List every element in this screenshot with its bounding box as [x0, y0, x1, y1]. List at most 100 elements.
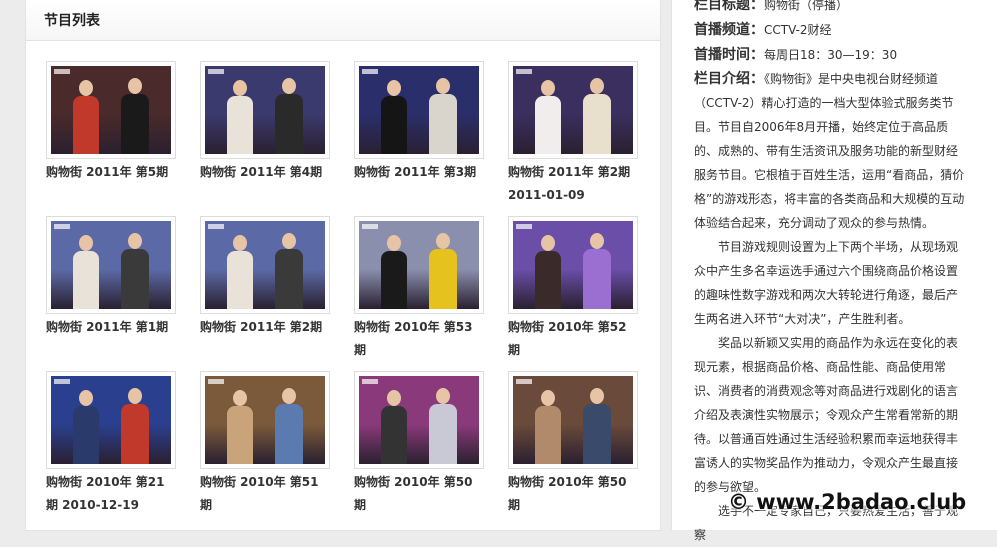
channel-logo [362, 379, 378, 384]
program-card[interactable]: 购物街 2010年 第21期 2010-12-19 [46, 371, 178, 517]
person-figure [227, 96, 253, 154]
program-thumbnail-image [205, 376, 325, 464]
person-head [79, 390, 93, 406]
person-head [436, 388, 450, 404]
program-thumbnail-image [205, 66, 325, 154]
program-caption[interactable]: 购物街 2010年 第51期 [200, 471, 330, 517]
program-thumbnail[interactable] [200, 216, 330, 314]
program-card[interactable]: 购物街 2011年 第3期 [354, 61, 486, 184]
program-list-title: 节目列表 [44, 13, 100, 29]
time-label: 首播时间： [694, 47, 764, 63]
program-caption[interactable]: 购物街 2011年 第1期 [46, 316, 176, 339]
time-row: 首播时间：每周日18：30—19：30 [694, 44, 969, 64]
program-thumbnail[interactable] [508, 61, 638, 159]
program-card[interactable]: 购物街 2011年 第2期 2011-01-09 [508, 61, 640, 207]
person-head [233, 390, 247, 406]
person-head [541, 80, 555, 96]
program-thumbnail-image [205, 221, 325, 309]
program-thumbnail-image [513, 221, 633, 309]
channel-logo [208, 379, 224, 384]
channel-logo [208, 69, 224, 74]
channel-logo [54, 69, 70, 74]
program-thumbnail[interactable] [46, 216, 176, 314]
person-figure [73, 96, 99, 154]
channel-value: CCTV-2财经 [764, 23, 832, 37]
program-card[interactable]: 购物街 2010年 第51期 [200, 371, 332, 517]
program-thumbnail-image [51, 376, 171, 464]
program-thumbnail[interactable] [508, 216, 638, 314]
person-figure [381, 251, 407, 309]
program-caption[interactable]: 购物街 2011年 第4期 [200, 161, 330, 184]
time-value: 每周日18：30—19：30 [764, 48, 898, 62]
person-head [233, 235, 247, 251]
person-head [436, 78, 450, 94]
person-figure [121, 94, 149, 154]
person-head [387, 390, 401, 406]
person-figure [429, 249, 457, 309]
program-caption[interactable]: 购物街 2010年 第53期 [354, 316, 484, 362]
person-head [128, 78, 142, 94]
person-figure [429, 404, 457, 464]
program-thumbnail-image [359, 376, 479, 464]
program-card[interactable]: 购物街 2011年 第1期 [46, 216, 178, 339]
channel-logo [208, 224, 224, 229]
person-head [387, 235, 401, 251]
program-description: 栏目介绍：《购物街》是中央电视台财经频道（CCTV-2）精心打造的一档大型体验式… [694, 67, 967, 547]
program-card[interactable]: 购物街 2011年 第2期 [200, 216, 332, 339]
program-caption[interactable]: 购物街 2010年 第50期 [354, 471, 484, 517]
person-head [541, 390, 555, 406]
program-thumbnail[interactable] [200, 371, 330, 469]
program-caption[interactable]: 购物街 2010年 第21期 2010-12-19 [46, 471, 176, 517]
person-head [541, 235, 555, 251]
column-title-value: 购物街（停播） [764, 0, 849, 12]
person-figure [275, 249, 303, 309]
person-head [436, 233, 450, 249]
channel-logo [516, 379, 532, 384]
person-head [590, 388, 604, 404]
program-card[interactable]: 购物街 2010年 第50期 [354, 371, 486, 517]
program-caption[interactable]: 购物街 2011年 第3期 [354, 161, 484, 184]
person-head [128, 388, 142, 404]
program-caption[interactable]: 购物街 2011年 第2期 2011-01-09 [508, 161, 638, 207]
person-head [79, 235, 93, 251]
program-card[interactable]: 购物街 2011年 第4期 [200, 61, 332, 184]
program-card[interactable]: 购物街 2010年 第53期 [354, 216, 486, 362]
person-figure [121, 404, 149, 464]
channel-row: 首播频道：CCTV-2财经 [694, 19, 969, 39]
program-caption[interactable]: 购物街 2011年 第5期 [46, 161, 176, 184]
program-thumbnail-image [51, 66, 171, 154]
person-figure [275, 94, 303, 154]
program-thumbnail[interactable] [354, 371, 484, 469]
person-figure [535, 251, 561, 309]
program-thumbnail[interactable] [508, 371, 638, 469]
program-card[interactable]: 购物街 2011年 第5期 [46, 61, 178, 184]
program-card[interactable]: 购物街 2010年 第50期 [508, 371, 640, 517]
column-title-row: 栏目标题：购物街（停播） [694, 0, 969, 14]
person-head [128, 233, 142, 249]
intro-label: 栏目介绍： [694, 71, 764, 87]
person-figure [535, 96, 561, 154]
person-head [282, 388, 296, 404]
program-thumbnail[interactable] [200, 61, 330, 159]
intro-text: 《购物街》是中央电视台财经频道（CCTV-2）精心打造的一档大型体验式服务类节目… [694, 72, 965, 230]
program-thumbnail[interactable] [354, 61, 484, 159]
program-thumbnail[interactable] [354, 216, 484, 314]
rules-paragraph: 节目游戏规则设置为上下两个半场，从现场观众中产生多名幸运选手通过六个围绕商品价格… [694, 240, 959, 326]
program-card[interactable]: 购物街 2010年 第52期 [508, 216, 640, 362]
channel-logo [54, 224, 70, 229]
person-figure [275, 404, 303, 464]
person-head [282, 78, 296, 94]
person-head [282, 233, 296, 249]
person-head [590, 233, 604, 249]
program-thumbnail[interactable] [46, 61, 176, 159]
program-caption[interactable]: 购物街 2010年 第50期 [508, 471, 638, 517]
program-thumbnail-image [359, 221, 479, 309]
person-figure [381, 406, 407, 464]
program-thumbnail[interactable] [46, 371, 176, 469]
program-caption[interactable]: 购物街 2010年 第52期 [508, 316, 638, 362]
person-figure [73, 406, 99, 464]
channel-logo [54, 379, 70, 384]
channel-logo [516, 224, 532, 229]
program-caption[interactable]: 购物街 2011年 第2期 [200, 316, 330, 339]
person-figure [381, 96, 407, 154]
